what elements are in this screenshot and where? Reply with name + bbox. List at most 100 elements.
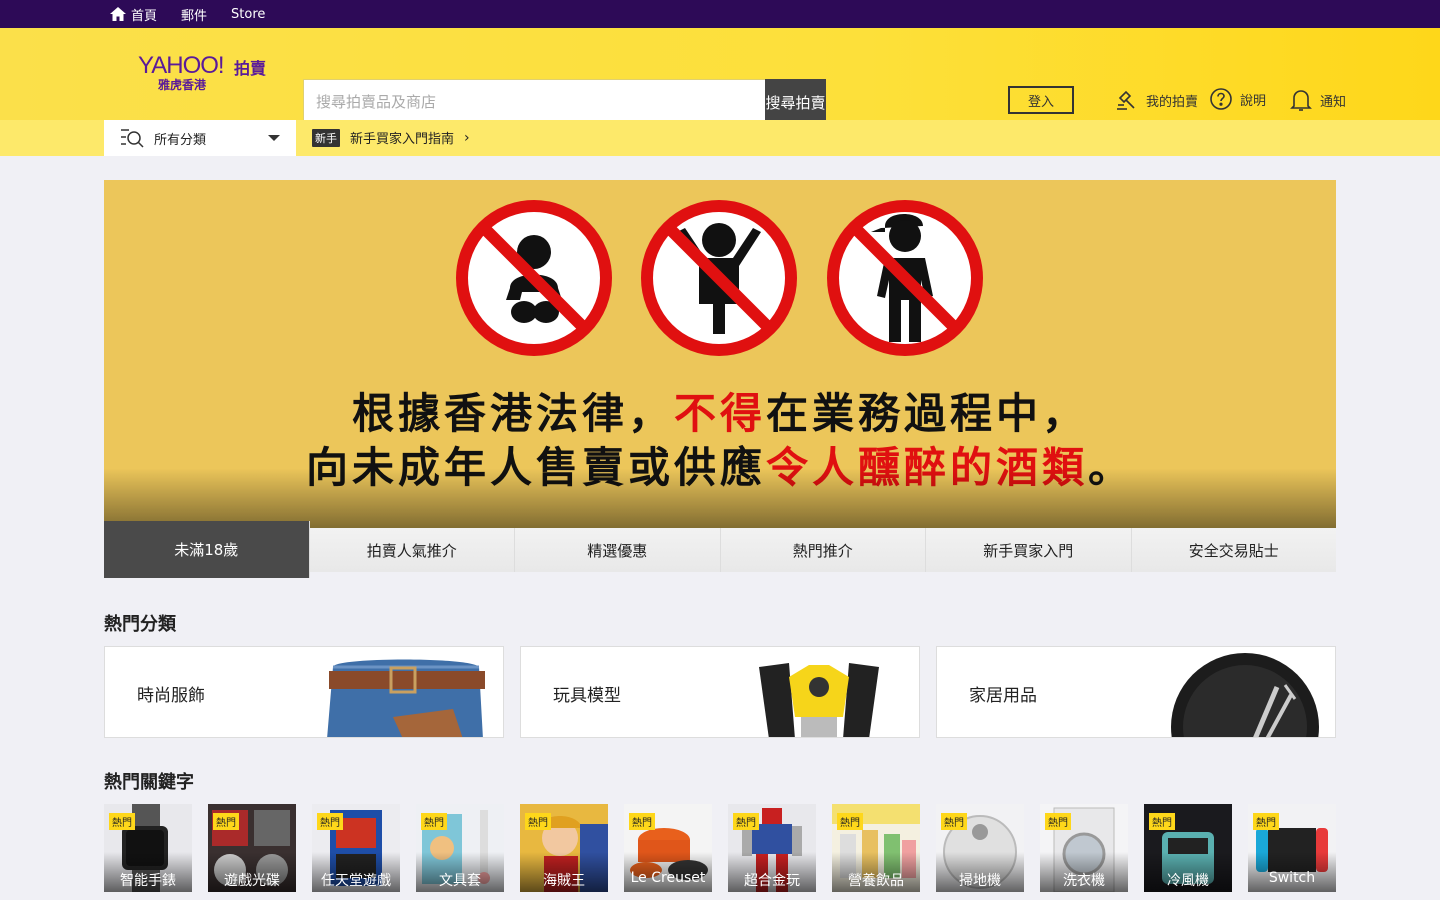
hot-item-label: 冷風機 bbox=[1144, 852, 1232, 892]
top-bar: 首頁 郵件 Store bbox=[0, 0, 1440, 28]
notify-label: 通知 bbox=[1320, 94, 1347, 110]
hot-section-title: 熱門關鍵字 bbox=[104, 772, 194, 793]
no-toddler-sign-icon bbox=[641, 200, 797, 356]
banner-tab-label: 精選優惠 bbox=[587, 541, 648, 560]
notify-link[interactable]: 通知 bbox=[1290, 88, 1346, 112]
no-baby-sign-icon bbox=[456, 200, 612, 356]
banner-tab-beginner[interactable]: 新手買家入門 bbox=[926, 528, 1132, 572]
featured-card-home[interactable]: 家居用品 bbox=[936, 646, 1336, 738]
home-link-label: 首頁 bbox=[131, 8, 158, 24]
bell-icon bbox=[1290, 90, 1312, 111]
banner-line-1-red: 不得 bbox=[673, 389, 766, 438]
search-bar: 搜尋拍賣 bbox=[303, 79, 826, 125]
banner-tab-hot[interactable]: 熱門推介 bbox=[720, 528, 926, 572]
banner-tab-label: 拍賣人氣推介 bbox=[366, 541, 457, 560]
hot-item-one-piece[interactable]: 熱門 海賊王 bbox=[520, 804, 608, 892]
hot-item-label: 海賊王 bbox=[520, 852, 608, 892]
logo-sub: 雅虎香港 bbox=[158, 78, 207, 92]
featured-card-fashion[interactable]: 時尚服飾 bbox=[104, 646, 504, 738]
jeans-belt-icon bbox=[327, 659, 485, 737]
category-search-icon bbox=[121, 129, 144, 148]
hot-badge: 熱門 bbox=[629, 813, 655, 830]
chevron-right-icon: › bbox=[464, 129, 470, 146]
hot-items-list: 熱門 智能手錶 熱門 遊戲光碟 熱門 任天堂遊戲 熱門 文具套 熱門 海賊王 熱… bbox=[104, 804, 1336, 892]
hot-item-label: 超合金玩 bbox=[728, 852, 816, 892]
home-link[interactable]: 首頁 bbox=[110, 5, 157, 24]
hot-item-stationery[interactable]: 熱門 文具套 bbox=[416, 804, 504, 892]
help-icon bbox=[1210, 88, 1232, 110]
hot-item-le-creuset[interactable]: 熱門 Le Creuset bbox=[624, 804, 712, 892]
hot-item-label: 文具套 bbox=[416, 852, 504, 892]
hot-badge: 熱門 bbox=[733, 813, 759, 830]
hot-item-robot-toy[interactable]: 熱門 超合金玩 bbox=[728, 804, 816, 892]
banner-tab-safety[interactable]: 安全交易貼士 bbox=[1131, 528, 1336, 572]
store-link[interactable]: Store bbox=[231, 7, 265, 22]
help-label: 說明 bbox=[1240, 93, 1267, 109]
banner-tab-popular[interactable]: 拍賣人氣推介 bbox=[309, 528, 515, 572]
hot-item-game-discs[interactable]: 熱門 遊戲光碟 bbox=[208, 804, 296, 892]
banner-tab-label: 未滿18歲 bbox=[174, 541, 239, 559]
banner-tab-deals[interactable]: 精選優惠 bbox=[515, 528, 721, 572]
hot-badge: 熱門 bbox=[525, 813, 551, 830]
hot-badge: 熱門 bbox=[941, 813, 967, 830]
banner-line-1-b: 在業務過程中， bbox=[766, 389, 1089, 438]
new-user-guide-label: 新手買家入門指南 bbox=[350, 132, 455, 147]
hot-item-robot-vacuum[interactable]: 熱門 掃地機 bbox=[936, 804, 1024, 892]
banner-tab-label: 安全交易貼士 bbox=[1188, 541, 1279, 560]
hot-badge: 熱門 bbox=[421, 813, 447, 830]
promo-banner[interactable]: 根據香港法律，不得在業務過程中， 向未成年人售賣或供應令人醺醉的酒類。 bbox=[104, 180, 1336, 528]
hot-item-label: 掃地機 bbox=[936, 852, 1024, 892]
hot-badge: 熱門 bbox=[213, 813, 239, 830]
hot-badge: 熱門 bbox=[1253, 813, 1279, 830]
hot-item-label: 營養飲品 bbox=[832, 852, 920, 892]
new-user-tag: 新手 bbox=[312, 128, 340, 147]
new-user-guide-link[interactable]: 新手 新手買家入門指南 › bbox=[312, 128, 470, 147]
banner-tab-label: 新手買家入門 bbox=[983, 541, 1074, 560]
hot-badge: 熱門 bbox=[1045, 813, 1071, 830]
featured-card-title: 玩具模型 bbox=[553, 686, 621, 706]
mail-link-label: 郵件 bbox=[181, 8, 208, 24]
banner-tab-under-18[interactable]: 未滿18歲 bbox=[104, 521, 310, 578]
mail-link[interactable]: 郵件 bbox=[181, 5, 207, 24]
hot-item-label: Le Creuset bbox=[624, 852, 712, 892]
featured-card-title: 時尚服飾 bbox=[137, 686, 205, 706]
banner-tab-label: 熱門推介 bbox=[792, 541, 853, 560]
featured-card-toys[interactable]: 玩具模型 bbox=[520, 646, 920, 738]
banner-tabs: 未滿18歲 拍賣人氣推介 精選優惠 熱門推介 新手買家入門 安全交易貼士 bbox=[104, 521, 1336, 578]
robot-toy-icon bbox=[759, 663, 879, 737]
store-link-label: Store bbox=[231, 6, 266, 22]
hot-badge: 熱門 bbox=[109, 813, 135, 830]
hot-item-label: 任天堂遊戲 bbox=[312, 852, 400, 892]
hot-item-air-cooler[interactable]: 熱門 冷風機 bbox=[1144, 804, 1232, 892]
my-auction-link[interactable]: 我的拍賣 bbox=[1114, 88, 1198, 112]
hot-item-switch[interactable]: 熱門 Switch bbox=[1248, 804, 1336, 892]
chevron-down-icon bbox=[268, 135, 280, 141]
my-auction-label: 我的拍賣 bbox=[1146, 94, 1199, 110]
yahoo-auction-logo[interactable]: YAHOO! 拍賣 雅虎香港 bbox=[138, 52, 278, 92]
featured-card-title: 家居用品 bbox=[969, 686, 1037, 706]
hot-item-label: 洗衣機 bbox=[1040, 852, 1128, 892]
hot-badge: 熱門 bbox=[837, 813, 863, 830]
hot-badge: 熱門 bbox=[1149, 813, 1175, 830]
sub-nav: 所有分類 新手 新手買家入門指南 › bbox=[0, 120, 1440, 156]
hot-item-washer[interactable]: 熱門 洗衣機 bbox=[1040, 804, 1128, 892]
logo-auction: 拍賣 bbox=[234, 59, 267, 78]
hot-item-nutrition[interactable]: 熱門 營養飲品 bbox=[832, 804, 920, 892]
banner-fade bbox=[104, 468, 1336, 528]
banner-line-1: 根據香港法律，不得在業務過程中， bbox=[104, 380, 1336, 441]
hot-item-label: 智能手錶 bbox=[104, 852, 192, 892]
featured-section-title: 熱門分類 bbox=[104, 614, 176, 635]
no-child-sign-icon bbox=[827, 200, 983, 356]
home-icon bbox=[110, 7, 126, 21]
search-button[interactable]: 搜尋拍賣 bbox=[765, 79, 826, 125]
login-button[interactable]: 登入 bbox=[1008, 86, 1074, 114]
header: YAHOO! 拍賣 雅虎香港 搜尋拍賣 登入 我的拍賣 說明 通知 bbox=[0, 28, 1440, 125]
category-dropdown[interactable]: 所有分類 bbox=[104, 120, 296, 156]
gavel-icon bbox=[1117, 90, 1135, 110]
hot-item-label: 遊戲光碟 bbox=[208, 852, 296, 892]
hot-item-nintendo[interactable]: 熱門 任天堂遊戲 bbox=[312, 804, 400, 892]
search-input[interactable] bbox=[303, 79, 765, 125]
hot-item-smartwatch[interactable]: 熱門 智能手錶 bbox=[104, 804, 192, 892]
help-link[interactable]: 說明 bbox=[1210, 88, 1266, 110]
hot-item-label: Switch bbox=[1248, 852, 1336, 892]
